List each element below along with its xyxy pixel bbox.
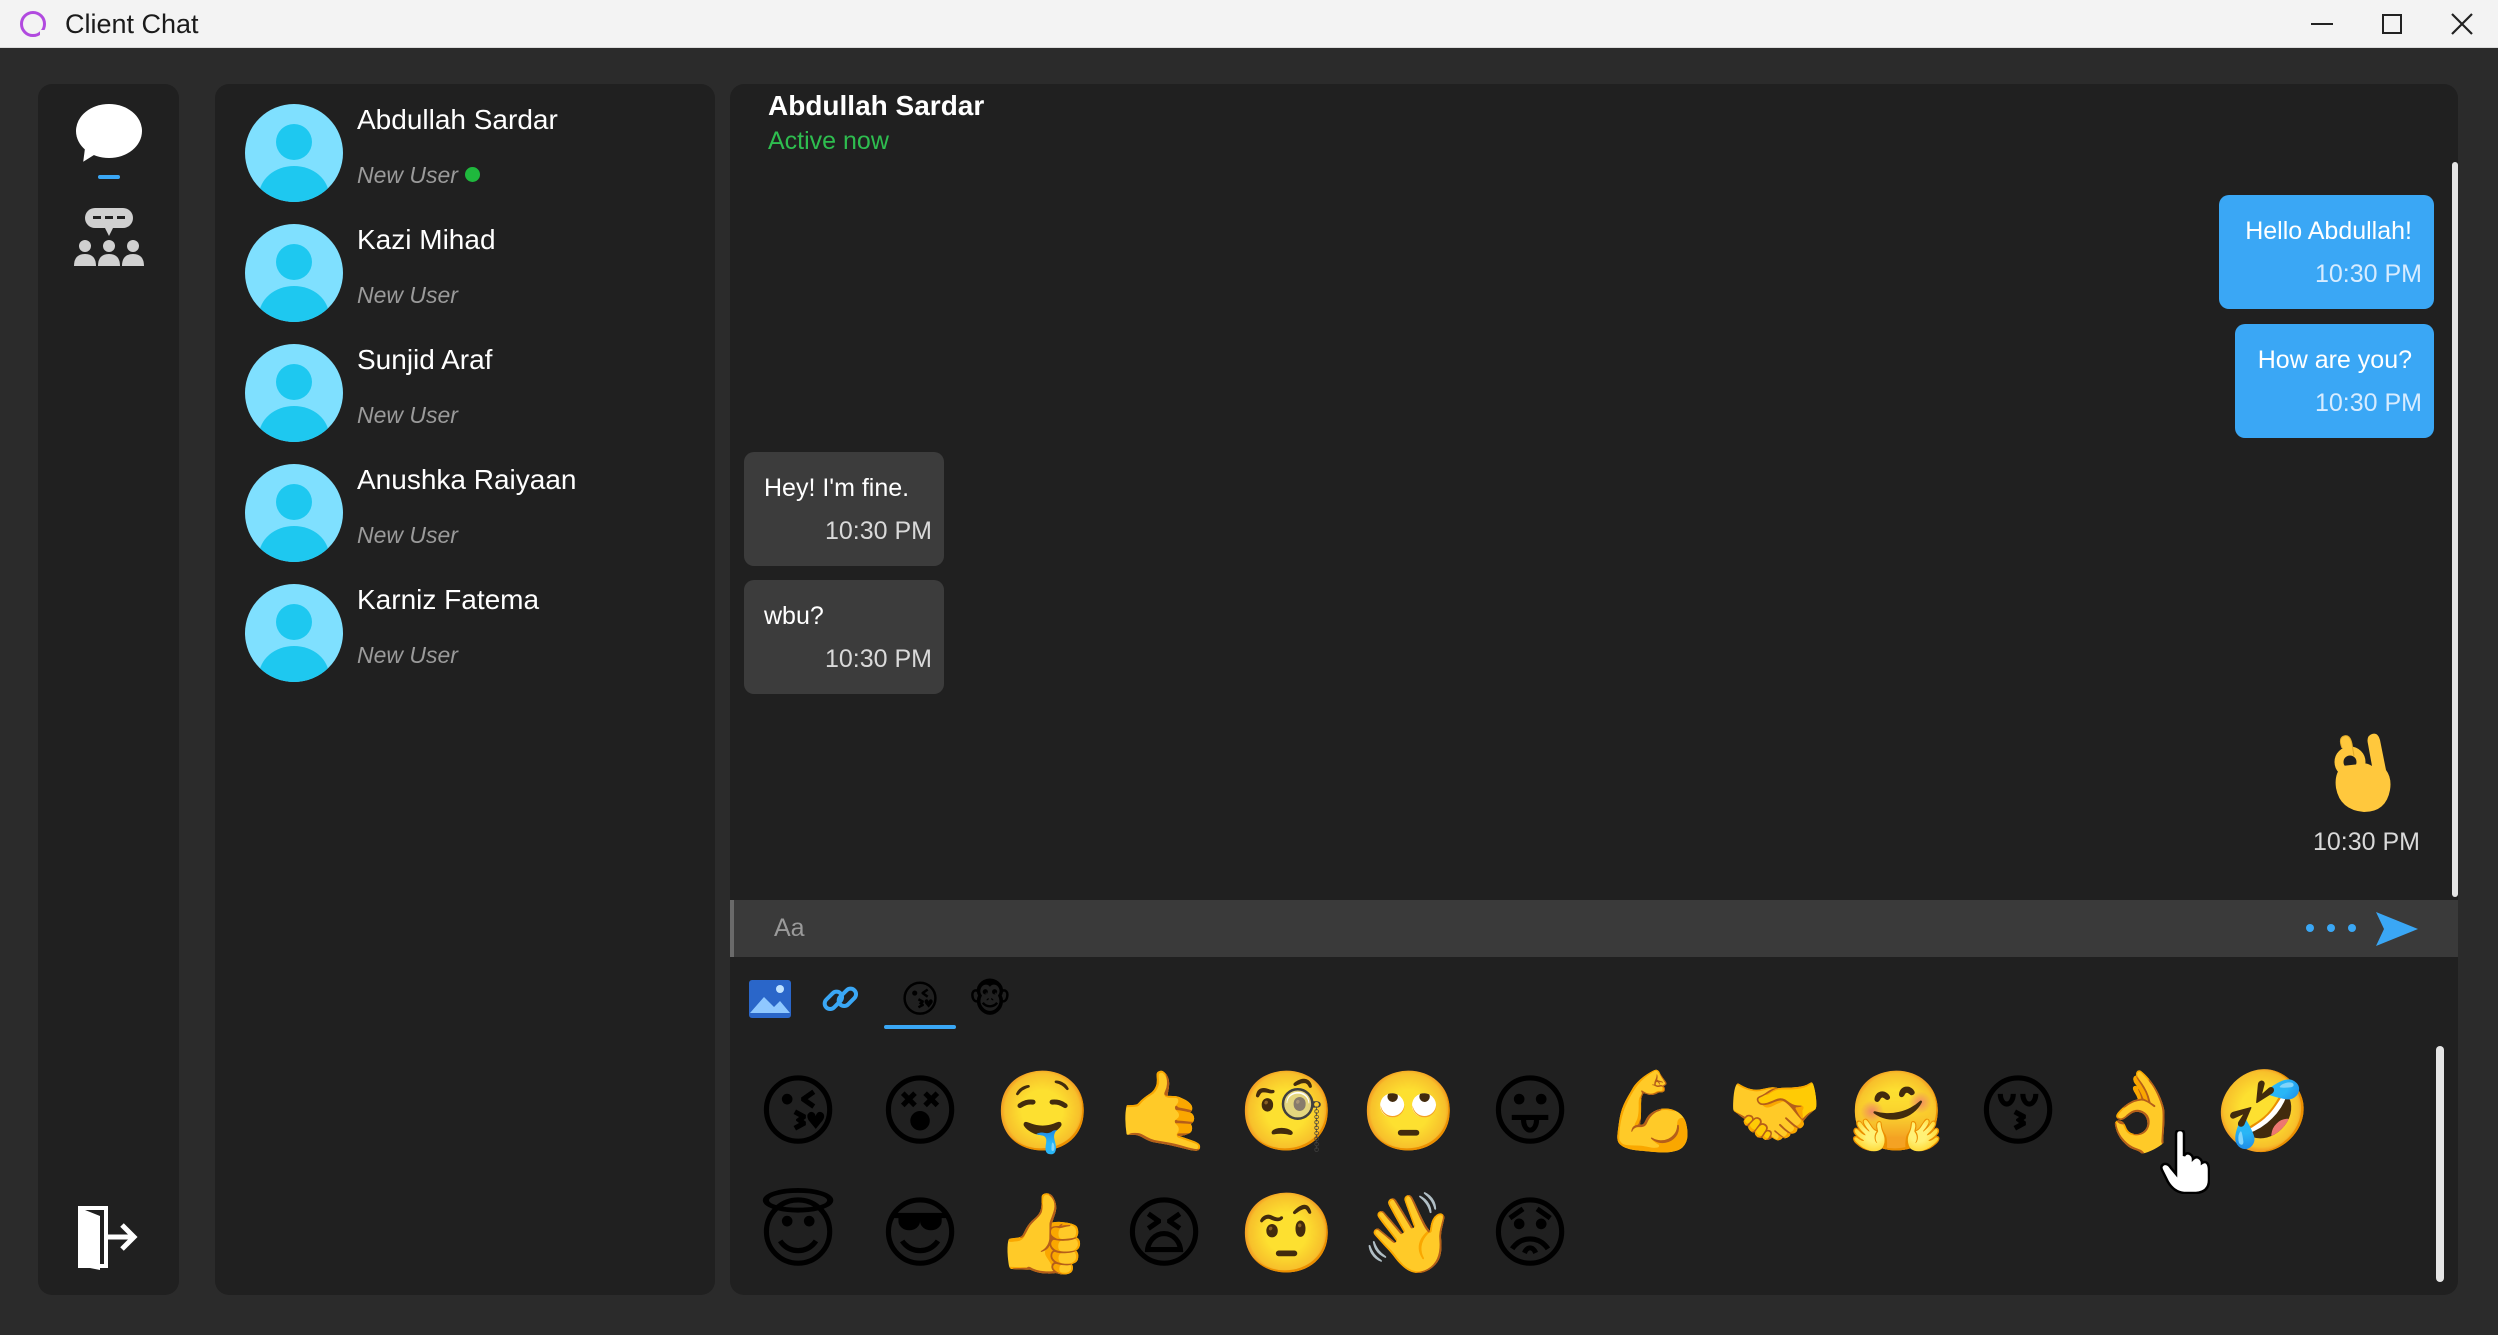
contact-item[interactable]: Karniz Fatema New User bbox=[245, 584, 705, 694]
message-time: 10:30 PM bbox=[824, 645, 932, 673]
chat-scrollbar[interactable] bbox=[2452, 162, 2458, 897]
message-text: How are you? bbox=[2257, 346, 2412, 374]
emoji-button[interactable]: 🤣 bbox=[2214, 1064, 2311, 1160]
emoji-button[interactable]: 🤗 bbox=[1848, 1064, 1945, 1160]
tab-emoji[interactable]: 😘 bbox=[894, 974, 946, 1024]
contact-name: Kazi Mihad bbox=[357, 224, 496, 255]
chat-header-name: Abdullah Sardar bbox=[768, 90, 985, 121]
image-icon bbox=[749, 980, 791, 1018]
emoji-button[interactable]: 😚 bbox=[1970, 1064, 2066, 1160]
message-time: 10:30 PM bbox=[824, 517, 932, 545]
emoji-button[interactable]: 😫 bbox=[1116, 1186, 1212, 1282]
avatar bbox=[245, 104, 343, 202]
groups-nav-button[interactable] bbox=[73, 206, 145, 276]
avatar bbox=[245, 224, 343, 322]
message-time: 10:30 PM bbox=[2314, 260, 2422, 288]
logout-button[interactable] bbox=[76, 1204, 140, 1270]
emoji-button[interactable]: 🙄 bbox=[1360, 1064, 1457, 1160]
chats-nav-button[interactable] bbox=[76, 104, 142, 180]
emoji-button[interactable]: 😇 bbox=[750, 1186, 846, 1282]
logout-icon bbox=[78, 1206, 138, 1270]
emoji-button[interactable]: 💪 bbox=[1604, 1064, 1701, 1160]
emoji-button[interactable]: 😵 bbox=[872, 1064, 968, 1160]
message-bubble-incoming: Hey! I'm fine. 10:30 PM bbox=[744, 452, 944, 566]
contact-status: New User bbox=[357, 282, 458, 308]
emoji-button[interactable]: 😎 bbox=[872, 1186, 968, 1282]
message-bubble-outgoing: How are you? 10:30 PM bbox=[2235, 324, 2434, 438]
tab-images[interactable] bbox=[744, 974, 796, 1024]
emoji-scrollbar[interactable] bbox=[2436, 1046, 2444, 1282]
contact-name: Abdullah Sardar bbox=[357, 104, 558, 135]
link-icon bbox=[822, 986, 859, 1012]
active-indicator bbox=[98, 175, 120, 179]
hand-cursor-icon bbox=[2160, 1130, 2210, 1194]
send-icon bbox=[2376, 912, 2418, 946]
group-chat-icon bbox=[74, 208, 144, 266]
emoji-grid: 😘 😵 🤤 🤙 🧐 🙄 😛 💪 🤝 🤗 😚 👌 🤣 😇 😎 👍 😫 🤨 👋 😟 bbox=[750, 1064, 2390, 1295]
emoji-button[interactable]: 👍 bbox=[994, 1186, 1091, 1282]
contact-status: New User bbox=[357, 162, 480, 189]
title-bar: Client Chat bbox=[0, 0, 2498, 48]
emoji-button[interactable]: 🤝 bbox=[1726, 1064, 1823, 1160]
online-indicator bbox=[464, 167, 480, 182]
avatar bbox=[245, 344, 343, 442]
contacts-panel: Abdullah Sardar New User Kazi Mihad New … bbox=[215, 84, 715, 1295]
avatar bbox=[245, 464, 343, 562]
minimize-button[interactable] bbox=[2287, 0, 2357, 48]
close-button[interactable] bbox=[2427, 0, 2497, 48]
message-bubble-incoming: wbu? 10:30 PM bbox=[744, 580, 944, 694]
emoji-button[interactable]: 👋 bbox=[1360, 1186, 1457, 1282]
message-text: Hello Abdullah! bbox=[2245, 217, 2412, 245]
contact-name: Karniz Fatema bbox=[357, 584, 540, 615]
emoji-button[interactable]: 🤤 bbox=[994, 1064, 1091, 1160]
maximize-icon bbox=[2382, 14, 2402, 34]
emoji-button[interactable]: 🤨 bbox=[1238, 1186, 1335, 1282]
message-time: 10:30 PM bbox=[2314, 389, 2422, 417]
message-text: wbu? bbox=[764, 602, 824, 630]
more-options-button[interactable] bbox=[2306, 914, 2356, 942]
tab-links[interactable] bbox=[814, 974, 866, 1024]
emoji-button[interactable]: 🧐 bbox=[1238, 1064, 1335, 1160]
contact-status: New User bbox=[357, 642, 458, 668]
chat-panel: Abdullah Sardar Active now Hello Abdulla… bbox=[730, 84, 2458, 1295]
contact-status: New User bbox=[357, 522, 458, 548]
contact-item[interactable]: Abdullah Sardar New User bbox=[245, 104, 705, 214]
contact-item[interactable]: Anushka Raiyaan New User bbox=[245, 464, 705, 574]
contact-name: Sunjid Araf bbox=[357, 344, 493, 375]
message-input[interactable] bbox=[774, 908, 2274, 948]
chat-header-status: Active now bbox=[768, 127, 889, 155]
contact-item[interactable]: Sunjid Araf New User bbox=[245, 344, 705, 454]
emoji-button[interactable]: 😟 bbox=[1482, 1186, 1578, 1282]
more-dots-icon bbox=[2306, 924, 2314, 932]
emoji-button[interactable]: 😘 bbox=[750, 1064, 846, 1160]
message-bubble-outgoing: Hello Abdullah! 10:30 PM bbox=[2219, 195, 2434, 309]
ok-hand-emoji-message bbox=[2334, 733, 2391, 812]
app-logo-icon bbox=[20, 11, 47, 37]
emoji-button[interactable]: 😛 bbox=[1482, 1064, 1578, 1160]
minimize-icon bbox=[2311, 23, 2333, 25]
avatar bbox=[245, 584, 343, 682]
tab-animals[interactable]: 🐵 bbox=[964, 974, 1016, 1024]
contact-name: Anushka Raiyaan bbox=[357, 464, 577, 495]
contact-status: New User bbox=[357, 402, 458, 428]
maximize-button[interactable] bbox=[2357, 0, 2427, 48]
window-title: Client Chat bbox=[65, 9, 199, 39]
contact-item[interactable]: Kazi Mihad New User bbox=[245, 224, 705, 334]
emoji-button[interactable]: 🤙 bbox=[1116, 1064, 1213, 1160]
nav-rail bbox=[38, 84, 179, 1295]
message-input-bar bbox=[730, 900, 2458, 957]
send-button[interactable] bbox=[2374, 910, 2420, 948]
active-tab-indicator bbox=[884, 1025, 956, 1029]
message-time: 10:30 PM bbox=[2313, 828, 2421, 856]
message-text: Hey! I'm fine. bbox=[764, 474, 910, 502]
close-icon bbox=[2451, 13, 2473, 35]
